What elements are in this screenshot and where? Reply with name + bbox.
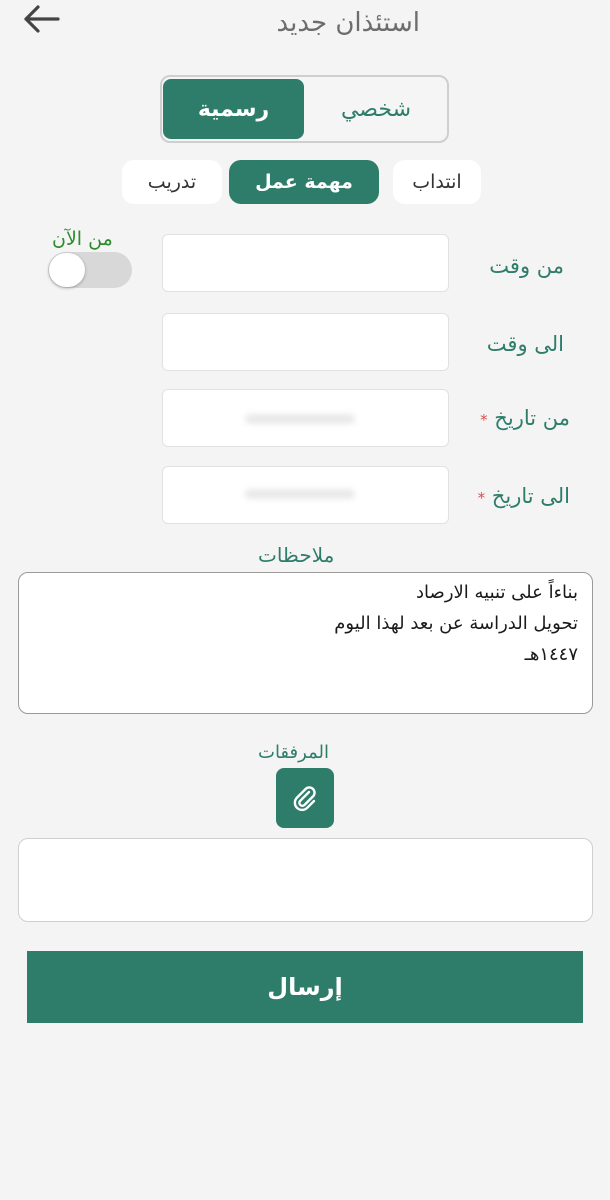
tab-work-mission[interactable]: مهمة عمل <box>229 160 379 204</box>
notes-line: تحويل الدراسة عن بعد لهذا اليوم <box>334 613 578 634</box>
page-title: استئذان جديد <box>276 8 420 38</box>
from-date-label: من تاريخ * <box>480 406 570 430</box>
segment-official[interactable]: رسمية <box>163 79 304 139</box>
paperclip-icon <box>293 786 316 812</box>
redacted-value <box>245 489 355 499</box>
tab-training[interactable]: تدريب <box>122 160 222 204</box>
notes-label: ملاحظات <box>258 543 335 567</box>
attachments-dropzone[interactable] <box>18 838 593 922</box>
attachments-label: المرفقات <box>258 742 329 763</box>
from-time-input[interactable] <box>162 234 449 292</box>
notes-textarea[interactable]: بناءاً على تنبيه الارصاد تحويل الدراسة ع… <box>18 572 593 714</box>
to-date-input[interactable] <box>162 466 449 524</box>
to-time-input[interactable] <box>162 313 449 371</box>
tab-secondment[interactable]: انتداب <box>393 160 481 204</box>
notes-line: ١٤٤٧هـ <box>524 644 578 665</box>
from-now-label: من الآن <box>52 228 113 250</box>
toggle-knob <box>49 253 85 287</box>
send-button[interactable]: إرسال <box>27 951 583 1023</box>
from-date-input[interactable] <box>162 389 449 447</box>
to-date-label: الى تاريخ * <box>477 484 570 508</box>
from-time-label: من وقت <box>489 254 564 278</box>
to-time-label: الى وقت <box>486 332 564 356</box>
notes-line: بناءاً على تنبيه الارصاد <box>416 582 578 603</box>
attach-button[interactable] <box>276 768 334 828</box>
redacted-value <box>245 414 355 424</box>
arrow-left-icon[interactable] <box>20 2 62 36</box>
segment-personal[interactable]: شخصي <box>306 79 446 139</box>
